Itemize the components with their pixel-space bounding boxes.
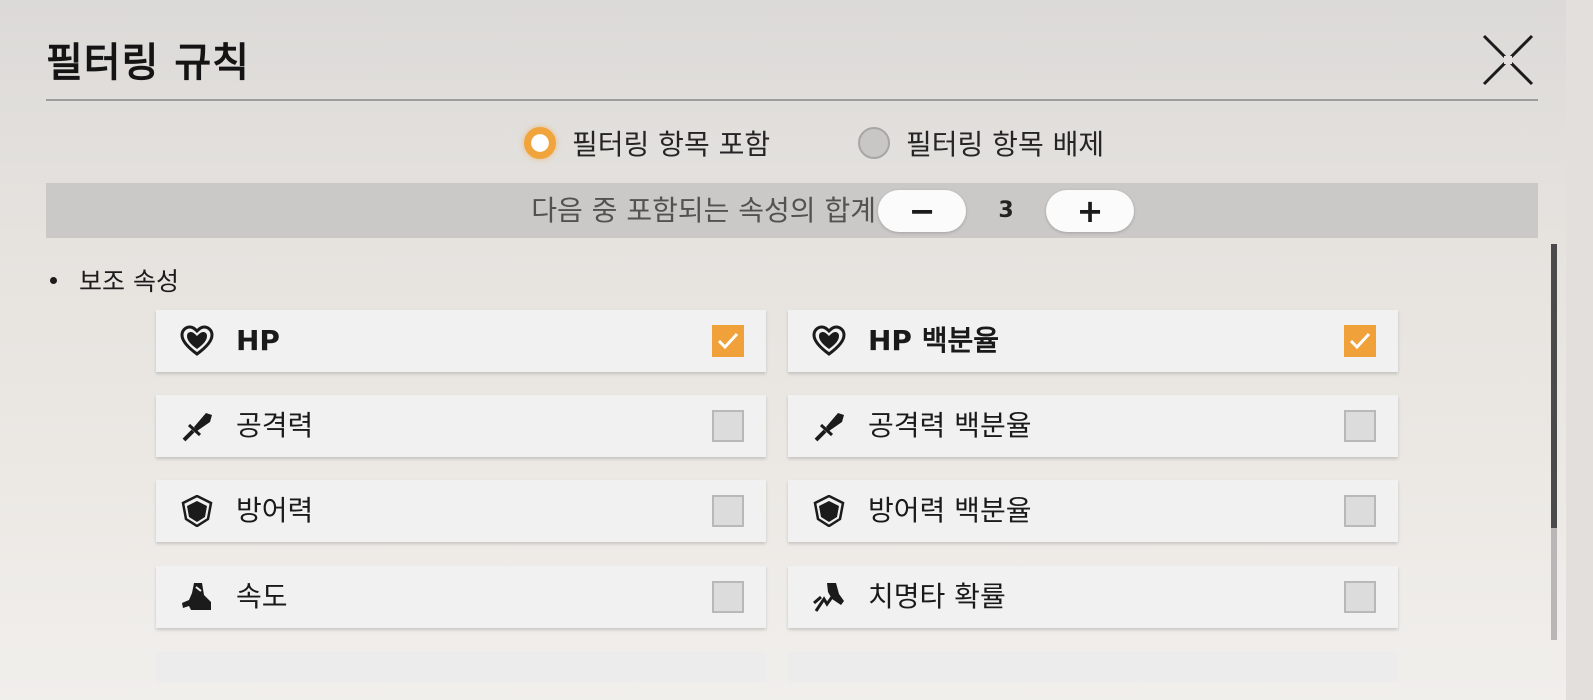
option-label: 공격력 [236, 409, 314, 442]
option-label: 방어력 [236, 494, 314, 527]
radio-selected-icon [524, 127, 556, 159]
attribute-sum-bar: 다음 중 포함되는 속성의 합계 − 3 + [46, 183, 1538, 238]
option-checkbox[interactable] [712, 410, 744, 442]
section-header: 보조 속성 [50, 262, 179, 298]
option-label: 속도 [236, 580, 288, 613]
increase-button[interactable]: + [1046, 190, 1134, 232]
heart-icon [180, 325, 214, 356]
option-label: 치명타 확률 [868, 580, 1006, 613]
exclude-mode-label: 필터링 항목 배제 [906, 128, 1105, 161]
option-label: HP [236, 324, 280, 357]
boot-icon [182, 583, 211, 610]
option-next-row[interactable] [788, 652, 1398, 682]
checkmark-icon [1349, 332, 1371, 350]
filter-rules-dialog: 필터링 규칙 필터링 항목 포함 필터링 항목 배제 다음 중 포함되는 속성의… [0, 0, 1593, 700]
option-checkbox[interactable] [712, 325, 744, 357]
option-checkbox[interactable] [1344, 581, 1376, 613]
close-icon[interactable] [1480, 32, 1536, 88]
attribute-sum-value: 3 [998, 198, 1014, 223]
option-crit-rate[interactable]: 치명타 확률 [788, 566, 1398, 628]
exclude-mode-radio[interactable]: 필터링 항목 배제 [858, 118, 1104, 168]
dialog-title: 필터링 규칙 [46, 40, 250, 86]
option-label: 공격력 백분율 [868, 409, 1032, 442]
include-mode-radio[interactable]: 필터링 항목 포함 [524, 118, 770, 168]
attribute-sum-label: 다음 중 포함되는 속성의 합계 [531, 194, 876, 227]
shield-icon [181, 495, 213, 527]
option-label: HP 백분율 [868, 324, 999, 357]
option-checkbox[interactable] [712, 495, 744, 527]
critical-icon [813, 583, 844, 612]
option-defense[interactable]: 방어력 [156, 480, 766, 542]
dialog-edge [1566, 0, 1593, 700]
decrease-button[interactable]: − [878, 190, 966, 232]
option-checkbox[interactable] [1344, 410, 1376, 442]
section-title: 보조 속성 [79, 267, 179, 296]
option-checkbox[interactable] [1344, 495, 1376, 527]
option-checkbox[interactable] [1344, 325, 1376, 357]
option-attack-percent[interactable]: 공격력 백분율 [788, 395, 1398, 457]
scrollbar-thumb[interactable] [1551, 244, 1557, 528]
option-speed[interactable]: 속도 [156, 566, 766, 628]
sword-icon [814, 413, 844, 442]
shield-icon [813, 495, 845, 527]
bullet-icon [50, 276, 57, 284]
include-mode-label: 필터링 항목 포함 [572, 128, 771, 161]
option-hp-percent[interactable]: HP 백분율 [788, 310, 1398, 372]
sword-icon [182, 413, 212, 442]
title-divider [46, 99, 1538, 101]
option-defense-percent[interactable]: 방어력 백분율 [788, 480, 1398, 542]
option-attack[interactable]: 공격력 [156, 395, 766, 457]
heart-icon [812, 325, 846, 356]
radio-unselected-icon [858, 127, 890, 159]
option-hp[interactable]: HP [156, 310, 766, 372]
option-checkbox[interactable] [712, 581, 744, 613]
filter-mode-group: 필터링 항목 포함 필터링 항목 배제 [0, 118, 1593, 168]
option-label: 방어력 백분율 [868, 494, 1032, 527]
checkmark-icon [717, 332, 739, 350]
option-next-row[interactable] [156, 652, 766, 682]
